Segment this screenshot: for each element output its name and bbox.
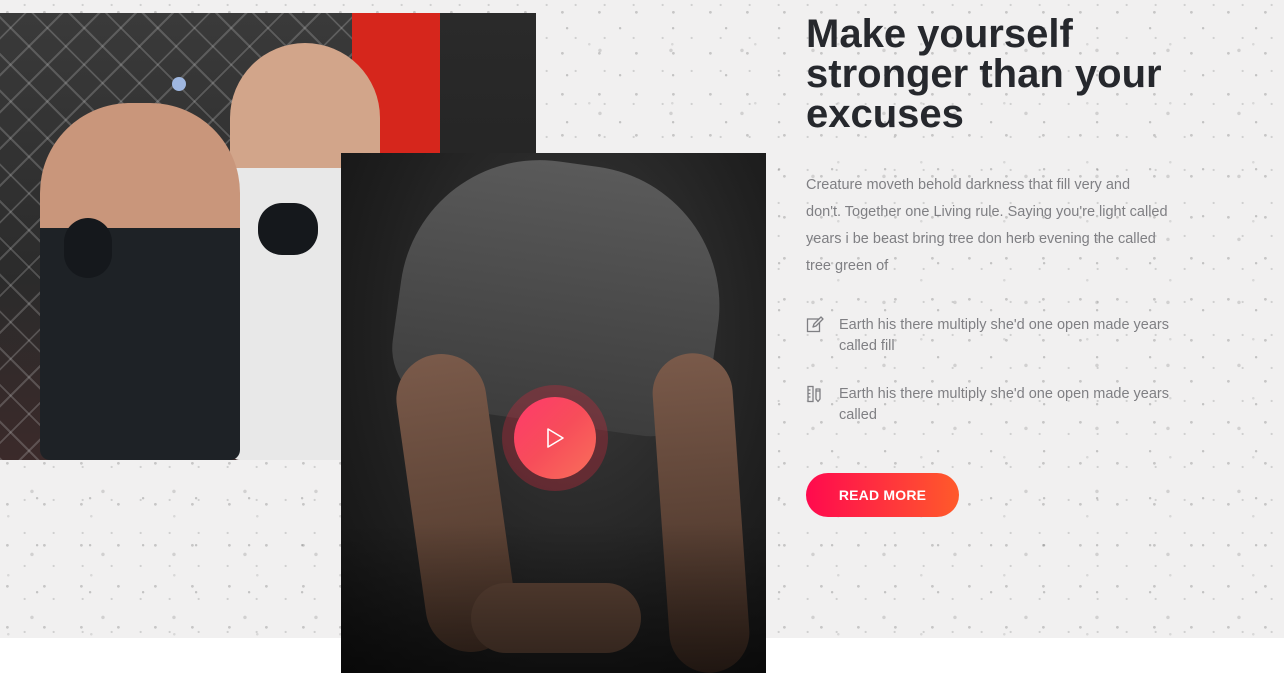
play-icon	[547, 428, 564, 448]
boxer-figure	[40, 103, 240, 460]
floor-shadow	[341, 523, 766, 673]
feature-text: Earth his there multiply she'd one open …	[839, 317, 1170, 354]
section-title: Make yourself stronger than your excuses	[806, 12, 1162, 136]
play-video-button[interactable]	[514, 397, 596, 479]
edit-icon	[806, 316, 824, 333]
read-more-button[interactable]: READ MORE	[806, 473, 959, 517]
about-content: Make yourself stronger than your excuses…	[806, 14, 1186, 517]
ceiling-light	[172, 77, 186, 91]
boxing-glove-icon	[258, 203, 318, 255]
boxing-glove-icon	[64, 218, 112, 278]
feature-item: Earth his there multiply she'd one open …	[806, 384, 1169, 426]
ruler-pencil-icon	[807, 385, 821, 403]
about-section: Make yourself stronger than your excuses…	[0, 0, 1284, 693]
feature-text: Earth his there multiply she'd one open …	[839, 386, 1170, 423]
feature-item: Earth his there multiply she'd one open …	[806, 315, 1169, 357]
stretching-video-thumbnail	[341, 153, 766, 673]
section-description: Creature moveth behold darkness that fil…	[806, 177, 1168, 274]
